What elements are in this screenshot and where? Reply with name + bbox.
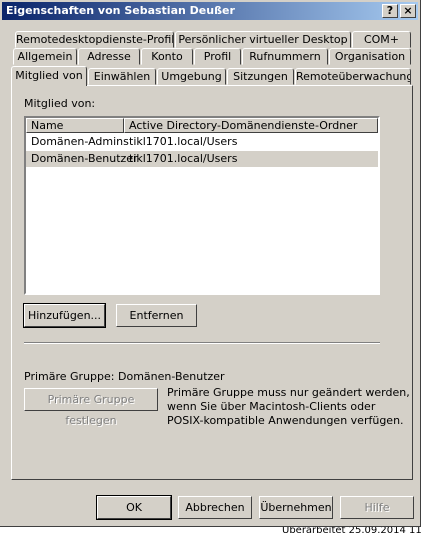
help-footer-button[interactable]: Hilfe bbox=[340, 496, 414, 519]
list-row[interactable]: Domänen-Admins tikl1701.local/Users bbox=[26, 134, 378, 150]
tab-phone-numbers[interactable]: Rufnummern bbox=[242, 48, 328, 65]
set-primary-group-button[interactable]: Primäre Gruppe festlegen bbox=[24, 388, 158, 427]
tab-remote-control[interactable]: Remoteüberwachung bbox=[295, 68, 411, 85]
add-button[interactable]: Hinzufügen... bbox=[23, 303, 106, 328]
tab-sessions[interactable]: Sitzungen bbox=[227, 68, 294, 85]
tab-member-of[interactable]: Mitglied von bbox=[11, 66, 87, 86]
column-header-name[interactable]: Name bbox=[26, 118, 124, 133]
row-folder: tikl1701.local/Users bbox=[129, 135, 238, 148]
title-bar[interactable]: Eigenschaften von Sebastian Deußer ? × bbox=[2, 2, 418, 20]
tab-com-plus[interactable]: COM+ bbox=[352, 31, 411, 48]
tab-environment[interactable]: Umgebung bbox=[157, 68, 226, 85]
tab-virtual-desktop[interactable]: Persönlicher virtueller Desktop bbox=[175, 31, 351, 48]
member-list[interactable]: Name Active Directory-Domänendienste-Ord… bbox=[24, 116, 380, 295]
primary-note-line-2: wenn Sie über Macintosh-Clients oder bbox=[167, 400, 376, 413]
list-row-selected[interactable]: Domänen-Benutzer tikl1701.local/Users bbox=[26, 151, 378, 167]
cancel-button[interactable]: Abbrechen bbox=[178, 496, 252, 519]
properties-dialog: Eigenschaften von Sebastian Deußer ? × R… bbox=[0, 0, 421, 527]
tab-general[interactable]: Allgemein bbox=[13, 48, 77, 65]
row-folder: tikl1701.local/Users bbox=[129, 152, 238, 165]
window-title: Eigenschaften von Sebastian Deußer bbox=[6, 4, 235, 17]
tab-address[interactable]: Adresse bbox=[78, 48, 140, 65]
primary-group-value: Domänen-Benutzer bbox=[118, 370, 225, 383]
row-name: Domänen-Admins bbox=[31, 135, 129, 148]
primary-group-label: Primäre Gruppe: bbox=[24, 370, 115, 383]
row-name: Domänen-Benutzer bbox=[31, 152, 138, 165]
ok-button[interactable]: OK bbox=[96, 495, 172, 520]
column-header-folder[interactable]: Active Directory-Domänendienste-Ordner bbox=[124, 118, 378, 133]
separator bbox=[24, 342, 380, 344]
member-of-label: Mitglied von: bbox=[24, 97, 96, 110]
tab-panel: Mitglied von: Name Active Directory-Domä… bbox=[11, 85, 413, 480]
close-button[interactable]: × bbox=[400, 4, 416, 18]
help-button[interactable]: ? bbox=[382, 4, 398, 18]
tab-account[interactable]: Konto bbox=[141, 48, 193, 65]
tab-dial-in[interactable]: Einwählen bbox=[88, 68, 156, 85]
tab-organization[interactable]: Organisation bbox=[329, 48, 411, 65]
apply-button[interactable]: Übernehmen bbox=[259, 496, 333, 519]
background-text: Überarbeitet 25.09.2014 11 bbox=[282, 527, 422, 535]
remove-button[interactable]: Entfernen bbox=[116, 304, 197, 327]
tab-remotedesktop-profile[interactable]: Remotedesktopdienste-Profil bbox=[15, 31, 174, 48]
primary-note-line-3: POSIX-kompatible Anwendungen verfügen. bbox=[167, 414, 404, 427]
primary-note-line-1: Primäre Gruppe muss nur geändert werden, bbox=[167, 386, 410, 399]
tab-profile[interactable]: Profil bbox=[194, 48, 241, 65]
